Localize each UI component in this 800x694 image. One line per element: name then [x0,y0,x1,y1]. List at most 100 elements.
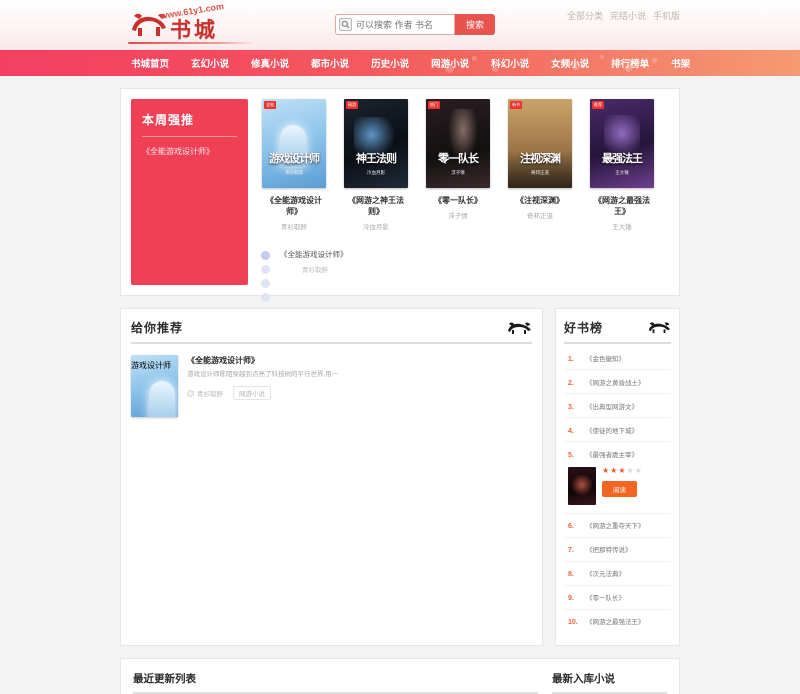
book-title[interactable]: 《全能游戏设计师》 [262,195,326,217]
rank-item[interactable]: 7. 《把那特传说》 [564,538,671,562]
book-cover[interactable]: 新书 注视深渊 奇邦正道 [508,99,572,188]
weekly-promo-box[interactable]: 本周强推 《全能游戏设计师》 [131,99,248,285]
nav-item-xiuzhen[interactable]: 修真小说 [240,56,300,70]
rank-item[interactable]: 1. 《金色徽知》 [564,346,671,370]
rank-number: 8. [568,571,574,578]
rank-item[interactable]: 10. 《网游之最强法王》 [564,610,671,633]
rank-item[interactable]: 2. 《网游之黄昏战士》 [564,370,671,394]
recommend-category[interactable]: 网游小说 [233,386,271,400]
book-author: 青衫取醉 [281,224,307,231]
cover-author: 奇邦正道 [531,170,549,175]
book-title[interactable]: 《零一队长》 [426,195,490,206]
book-title[interactable]: 《网游之神王法则》 [344,195,408,217]
search-input[interactable] [352,19,450,30]
rank-book-title[interactable]: 《网游之重夺天下》 [586,520,645,530]
nav-item-urban[interactable]: 都市小说 [300,56,360,70]
top-link-mobile[interactable]: 手机版 [653,9,680,22]
recommend-author: 青衫取醉 [187,388,223,398]
rank-book-title[interactable]: 《次元法典》 [586,568,625,578]
nav-item-scifi[interactable]: 科幻小说 [480,56,540,70]
promo-book-link[interactable]: 《全能游戏设计师》 [142,146,237,157]
decor-bubble [445,64,454,73]
rank-panel: 好书榜 1. 《金色徽知》 2. 《网游之黄昏战士》 3. 《出典型网游文》 4… [555,308,680,646]
carousel-book-author: 青衫取醉 [302,267,328,274]
book-title[interactable]: 《网游之最强法王》 [590,195,654,217]
search-box[interactable] [335,14,455,35]
book-card[interactable]: 网游 神王法则 冷血月影 《网游之神王法则》 冷血月影 [344,99,408,231]
decor-bubble [472,56,477,61]
recommend-header: 给你推荐 [131,319,532,344]
star-icon: ★ [634,465,642,475]
top-link-all-categories[interactable]: 全部分类 [567,9,603,22]
decor-bubble [572,62,580,70]
rank-title: 好书榜 [564,321,604,335]
cover-title: 零一队长 [438,152,479,165]
rank-item[interactable]: 9. 《零一队长》 [564,586,671,610]
book-author: 浮子情 [448,213,468,220]
carousel-book-title[interactable]: 《全能游戏设计师》 [280,249,480,260]
search-button[interactable]: 搜索 [455,14,495,35]
rank-book-cover[interactable] [568,466,596,505]
bottom-panel: 最近更新列表 最新入库小说 [120,657,680,694]
nav-item-home[interactable]: 书城首页 [120,56,180,70]
rank-number: 6. [568,523,574,530]
carousel-dot-2[interactable] [261,265,270,274]
rank-number: 10. [568,619,578,626]
recommend-book-title[interactable]: 《全能游戏设计师》 [187,355,532,366]
recommend-item[interactable]: 游戏设计师 《全能游戏设计师》 游戏设计师陈陌穿越到点亮了科技树的平行世界,用一… [131,355,532,417]
book-author: 冷血月影 [363,224,389,231]
nav-item-bookshelf[interactable]: 书架 [660,56,701,70]
rank-book-title[interactable]: 《使徒的地下城》 [586,425,638,435]
cover-author: 青衫取醉 [285,170,303,175]
cover-title: 最强法王 [602,152,643,165]
book-cover[interactable]: 推荐 最强法王 王大锤 [590,99,654,188]
promo-title: 本周强推 [142,111,237,137]
rank-book-title[interactable]: 《网游之最强法王》 [586,616,645,626]
book-cover[interactable]: 热门 零一队长 浮子情 [426,99,490,188]
book-card[interactable]: 推荐 最强法王 王大锤 《网游之最强法王》 王大锤 [590,99,654,231]
rank-number: 3. [568,403,574,411]
site-logo[interactable]: www.61y1.com 书城 [128,1,258,46]
rank-book-title[interactable]: 《零一队长》 [586,592,625,602]
rank-book-title[interactable]: 《出典型网游文》 [586,401,638,411]
rank-book-title[interactable]: 《把那特传说》 [586,544,632,554]
top-links: 全部分类 完结小说 手机版 [567,9,680,22]
cover-author: 冷血月影 [367,170,385,175]
nav-item-history[interactable]: 历史小说 [360,56,420,70]
recommend-book-cover[interactable]: 游戏设计师 [131,355,178,417]
bull-icon [647,321,671,334]
book-title[interactable]: 《注视深渊》 [508,195,572,206]
rank-book-title[interactable]: 《金色徽知》 [586,353,625,363]
cover-tag: 热门 [428,101,440,109]
featured-panel: 本周强推 《全能游戏设计师》 全能 游戏设计师 青衫取醉 《全能游戏设计师》 青… [120,88,680,302]
carousel-dots[interactable] [261,251,270,302]
book-cover[interactable]: 网游 神王法则 冷血月影 [344,99,408,188]
rank-item[interactable]: 8. 《次元法典》 [564,562,671,586]
rank-number: 4. [568,427,574,435]
rank-number: 7. [568,547,574,554]
rank-book-title[interactable]: 《网游之黄昏战士》 [586,377,645,387]
star-icon: ★ [610,465,618,475]
nav-item-xuanhuan[interactable]: 玄幻小说 [180,56,240,70]
nav-item-female[interactable]: 女频小说 [540,56,600,70]
book-card[interactable]: 全能 游戏设计师 青衫取醉 《全能游戏设计师》 青衫取醉 [262,99,326,231]
carousel-dot-3[interactable] [261,279,270,288]
book-author: 奇邦正道 [527,213,553,220]
bull-icon [506,321,532,335]
book-card[interactable]: 热门 零一队长 浮子情 《零一队长》 浮子情 [426,99,490,231]
rank-item[interactable]: 6. 《网游之重夺天下》 [564,514,671,538]
rank-item[interactable]: 3. 《出典型网游文》 [564,394,671,418]
recommend-book-desc: 游戏设计师陈陌穿越到点亮了科技树的平行世界,用一 [187,371,339,378]
rank-book-title[interactable]: 《最强者跪主宰》 [586,449,638,459]
carousel-dot-4[interactable] [261,293,270,302]
rank-item[interactable]: 4. 《使徒的地下城》 [564,418,671,442]
read-button[interactable]: 阅读 [602,480,637,497]
rank-item[interactable]: 5. 《最强者跪主宰》 [564,442,671,462]
book-card[interactable]: 新书 注视深渊 奇邦正道 《注视深渊》 奇邦正道 [508,99,572,231]
star-icon: ★ [602,465,610,475]
carousel-dot-1[interactable] [261,251,270,260]
rank-detail-body: ★ ★ ★ ★ ★ 阅读 [602,465,642,497]
carousel-caption: 《全能游戏设计师》 青衫取醉 [280,249,480,274]
book-cover[interactable]: 全能 游戏设计师 青衫取醉 [262,99,326,188]
top-link-completed[interactable]: 完结小说 [610,9,646,22]
